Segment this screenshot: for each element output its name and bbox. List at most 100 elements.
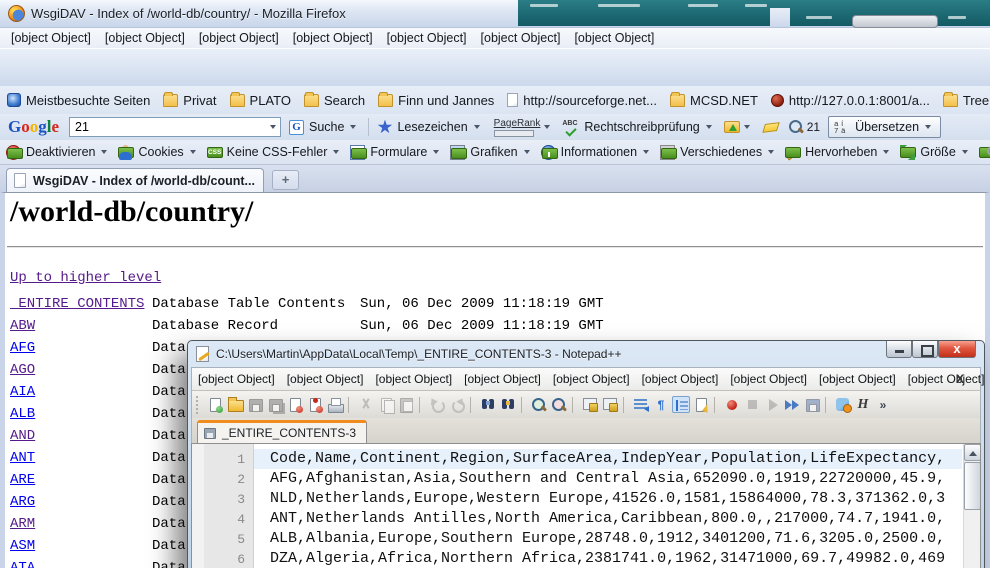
menu-item[interactable]: [object Object] xyxy=(724,368,813,390)
new-file-icon[interactable] xyxy=(206,396,224,413)
show-symbols-icon[interactable]: ¶ xyxy=(652,396,670,413)
webdev-menu-button[interactable]: Hervorheben xyxy=(785,145,893,160)
directory-entry-link[interactable]: AFG xyxy=(10,340,35,356)
menu-item[interactable]: [object Object] xyxy=(286,29,380,47)
close-file-icon[interactable] xyxy=(286,396,304,413)
bookmark-item[interactable]: PLATO xyxy=(230,93,291,108)
menu-item[interactable]: [object Object] xyxy=(813,368,902,390)
scroll-up-icon[interactable] xyxy=(964,444,981,461)
webdev-menu-button[interactable]: Grafiken xyxy=(450,145,533,160)
cut-icon[interactable] xyxy=(357,396,375,413)
print-icon[interactable] xyxy=(326,396,344,413)
sync-vertical-icon[interactable] xyxy=(581,396,599,413)
copy-icon[interactable] xyxy=(377,396,395,413)
search-history-dropdown-icon[interactable] xyxy=(270,125,276,129)
menu-item[interactable]: [object Object] xyxy=(98,29,192,47)
bookmark-item[interactable]: Privat xyxy=(163,93,216,108)
separator-icon[interactable] xyxy=(419,397,424,413)
bookmark-item[interactable]: Finn und Jannes xyxy=(378,93,494,108)
record-macro-icon[interactable] xyxy=(723,396,741,413)
separator-icon[interactable] xyxy=(521,397,526,413)
menu-item[interactable]: [object Object] xyxy=(369,368,458,390)
undo-icon[interactable] xyxy=(428,396,446,413)
vertical-scrollbar[interactable] xyxy=(963,444,980,568)
minimize-button[interactable] xyxy=(886,341,912,358)
function-list-icon[interactable] xyxy=(692,396,710,413)
zoom-out-icon[interactable] xyxy=(550,396,568,413)
directory-entry-link[interactable]: ATA xyxy=(10,560,35,568)
google-bookmarks-button[interactable]: Lesezeichen xyxy=(377,120,483,135)
run-macro-icon[interactable] xyxy=(783,396,801,413)
close-all-icon[interactable] xyxy=(306,396,324,413)
browser-preview-icon[interactable] xyxy=(834,396,852,413)
google-search-button[interactable]: G Suche xyxy=(289,120,360,135)
notepadpp-titlebar[interactable]: C:\Users\Martin\AppData\Local\Temp\_ENTI… xyxy=(188,341,984,367)
directory-entry-link[interactable]: ENTIRE CONTENTS xyxy=(10,296,144,312)
menu-item[interactable]: [object Object] xyxy=(547,368,636,390)
separator-icon[interactable] xyxy=(470,397,475,413)
directory-entry-link[interactable]: ARG xyxy=(10,494,35,510)
close-button[interactable]: x xyxy=(938,341,976,358)
separator-icon[interactable] xyxy=(825,397,830,413)
redo-icon[interactable] xyxy=(448,396,466,413)
up-to-higher-level-link[interactable]: Up to higher level xyxy=(10,270,161,286)
translate-button[interactable]: aí7ä Übersetzen xyxy=(828,116,941,138)
webdev-menu-button[interactable]: Cookies xyxy=(118,145,199,160)
google-search-box[interactable] xyxy=(69,117,281,137)
document-tab[interactable]: _ENTIRE_CONTENTS-3 xyxy=(197,420,367,443)
webdev-menu-button[interactable]: Extras xyxy=(979,145,990,160)
google-search-input[interactable] xyxy=(70,120,266,134)
find-icon[interactable] xyxy=(479,396,497,413)
bookmark-item[interactable]: Meistbesuchte Seiten xyxy=(7,93,150,108)
tab-wsgidav[interactable]: WsgiDAV - Index of /world-db/count... xyxy=(6,168,264,192)
directory-entry-link[interactable]: ARE xyxy=(10,472,35,488)
word-wrap-icon[interactable] xyxy=(632,396,650,413)
webdev-menu-button[interactable]: Verschiedenes xyxy=(660,145,778,160)
pagerank-indicator[interactable]: PageRank xyxy=(494,118,541,137)
indent-guide-icon[interactable] xyxy=(672,396,690,413)
directory-entry-link[interactable]: AIA xyxy=(10,384,35,400)
menu-item[interactable]: [object Object] xyxy=(458,368,547,390)
directory-entry-link[interactable]: ABW xyxy=(10,318,35,334)
html-tidy-icon[interactable]: H xyxy=(854,396,872,413)
firefox-titlebar[interactable]: WsgiDAV - Index of /world-db/country/ - … xyxy=(0,0,990,28)
webdev-menu-button[interactable]: Größe xyxy=(900,145,971,160)
stop-macro-icon[interactable] xyxy=(743,396,761,413)
scrollbar-thumb[interactable] xyxy=(964,462,981,510)
separator-icon[interactable] xyxy=(623,397,628,413)
new-tab-button[interactable]: + xyxy=(272,170,299,190)
document-close-button[interactable]: X xyxy=(956,372,964,386)
webdev-menu-button[interactable]: CSS Keine CSS-Fehler xyxy=(207,145,344,160)
find-icon[interactable] xyxy=(788,119,804,135)
restore-button[interactable] xyxy=(912,341,938,358)
menu-item[interactable]: [object Object] xyxy=(192,368,281,390)
menu-item[interactable]: [object Object] xyxy=(4,29,98,47)
directory-entry-link[interactable]: ASM xyxy=(10,538,35,554)
bookmark-item[interactable]: MCSD.NET xyxy=(670,93,758,108)
menu-item[interactable]: [object Object] xyxy=(380,29,474,47)
zoom-in-icon[interactable] xyxy=(530,396,548,413)
menu-item[interactable]: [object Object] xyxy=(474,29,568,47)
editor-area[interactable]: 1 Code,Name,Continent,Region,SurfaceArea… xyxy=(191,443,981,568)
open-icon[interactable] xyxy=(226,396,244,413)
toolbar-overflow-icon[interactable]: » xyxy=(874,396,892,413)
bookmark-item[interactable]: Tree Samples xyxy=(943,93,990,108)
separator-icon[interactable] xyxy=(572,397,577,413)
save-all-icon[interactable] xyxy=(266,396,284,413)
menu-item[interactable]: [object Object] xyxy=(636,368,725,390)
send-to-button[interactable] xyxy=(724,121,754,133)
directory-entry-link[interactable]: ALB xyxy=(10,406,35,422)
separator-icon[interactable] xyxy=(714,397,719,413)
bookmark-item[interactable]: Search xyxy=(304,93,365,108)
directory-entry-link[interactable]: ANT xyxy=(10,450,35,466)
separator-icon[interactable] xyxy=(348,397,353,413)
directory-entry-link[interactable]: AGO xyxy=(10,362,35,378)
menu-item[interactable]: [object Object] xyxy=(902,368,990,390)
webdev-menu-button[interactable]: Deaktivieren xyxy=(6,145,111,160)
menu-item[interactable]: [object Object] xyxy=(567,29,661,47)
play-macro-icon[interactable] xyxy=(763,396,781,413)
save-icon[interactable] xyxy=(246,396,264,413)
bookmark-item[interactable]: http://sourceforge.net... xyxy=(507,93,657,108)
directory-entry-link[interactable]: ARM xyxy=(10,516,35,532)
directory-entry-link[interactable]: AND xyxy=(10,428,35,444)
